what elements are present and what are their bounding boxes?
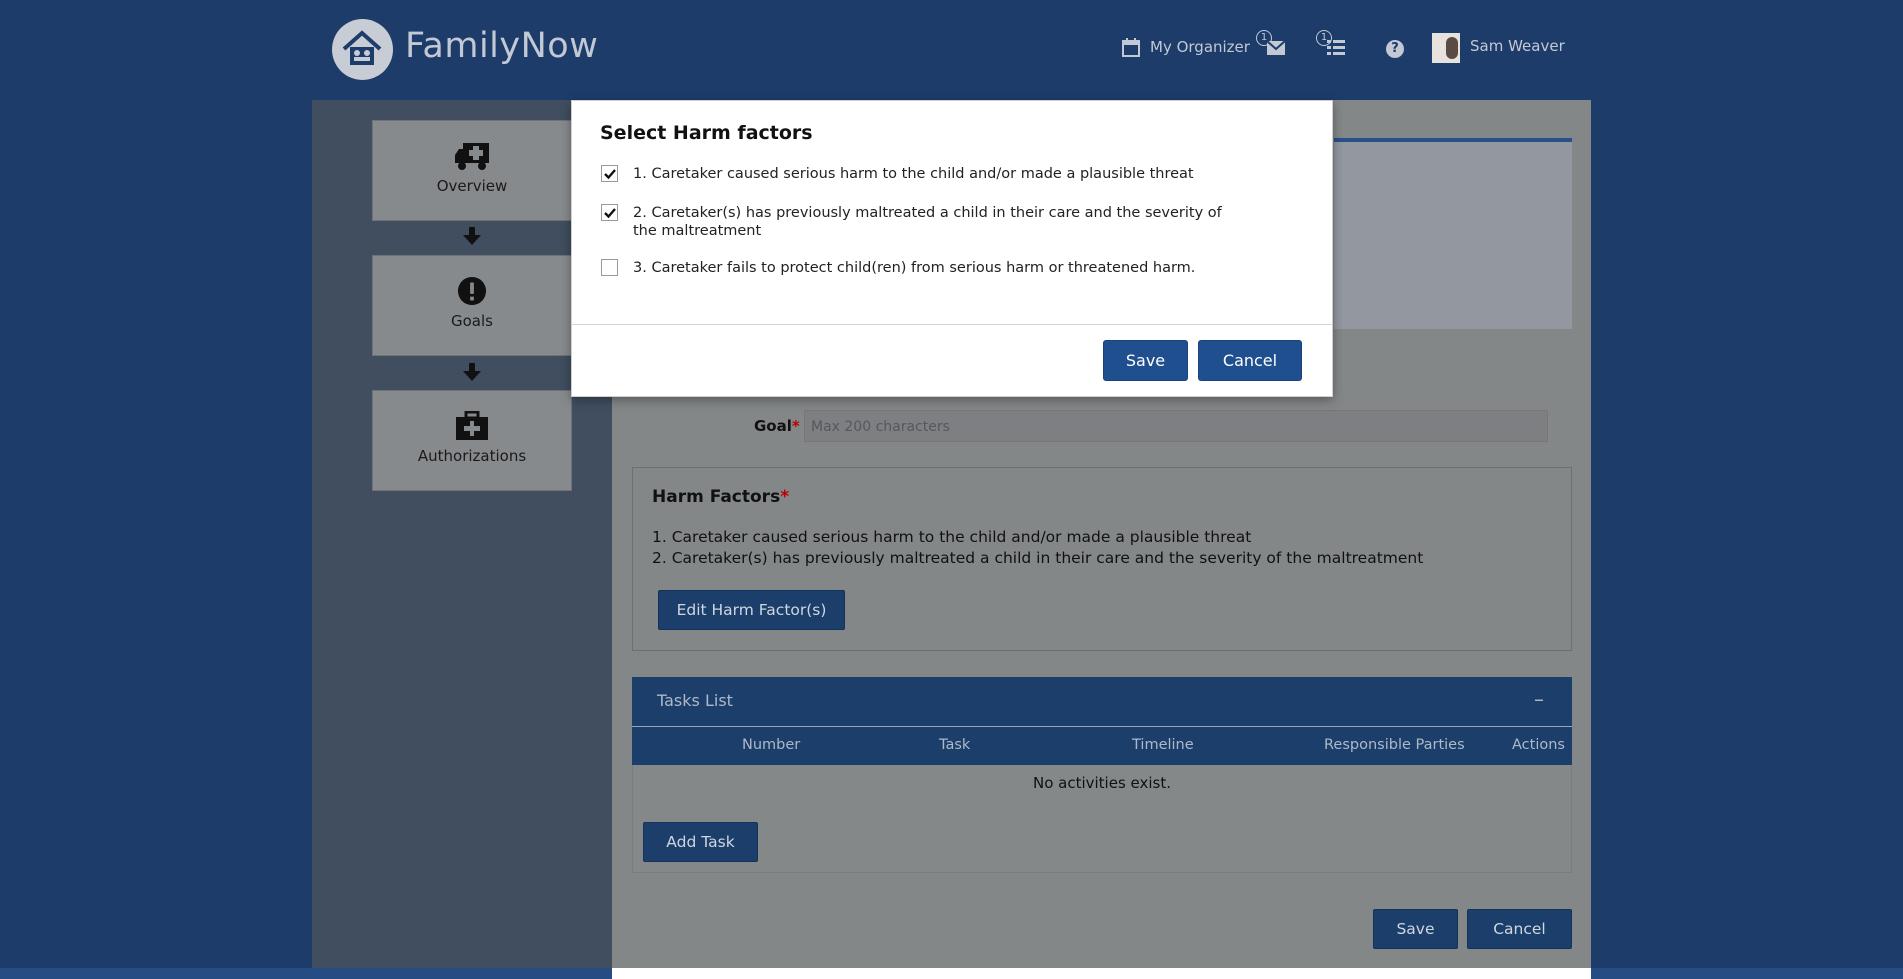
tasks-list-title: Tasks List bbox=[657, 691, 733, 710]
sidebar-item-authorizations[interactable]: Authorizations bbox=[372, 390, 572, 491]
avatar[interactable] bbox=[1432, 33, 1460, 63]
harm-factor-line: 1. Caretaker caused serious harm to the … bbox=[652, 528, 1252, 546]
question-icon[interactable]: ? bbox=[1386, 40, 1404, 58]
sidebar-item-label: Authorizations bbox=[417, 447, 527, 465]
add-task-button[interactable]: Add Task bbox=[643, 822, 758, 862]
sidebar-item-label: Overview bbox=[436, 177, 508, 195]
column-header-responsible-parties: Responsible Parties bbox=[1324, 737, 1465, 753]
harm-factor-checkbox-1[interactable] bbox=[601, 165, 618, 182]
arrow-down-icon bbox=[462, 226, 482, 251]
harm-factor-option-2[interactable]: 2. Caretaker(s) has previously maltreate… bbox=[633, 204, 1233, 240]
app-name[interactable]: FamilyNow bbox=[405, 26, 598, 66]
footer-content-strip bbox=[612, 968, 1591, 979]
envelope-icon bbox=[1266, 40, 1286, 55]
column-header-timeline: Timeline bbox=[1132, 737, 1194, 753]
arrow-down-icon bbox=[462, 362, 482, 387]
harm-factors-title: Harm Factors* bbox=[652, 487, 790, 507]
sidebar-item-label: Goals bbox=[451, 312, 493, 330]
harm-factor-line: 2. Caretaker(s) has previously maltreate… bbox=[652, 549, 1424, 567]
harm-factor-checkbox-2[interactable] bbox=[601, 204, 618, 221]
checkmark-icon bbox=[604, 169, 616, 180]
tasks-button[interactable]: 1 bbox=[1316, 30, 1350, 60]
task-list-icon bbox=[1327, 40, 1345, 55]
harm-factor-option-3[interactable]: 3. Caretaker fails to protect child(ren)… bbox=[633, 259, 1243, 277]
cancel-button[interactable]: Cancel bbox=[1467, 909, 1572, 949]
goal-placeholder: Max 200 characters bbox=[811, 419, 950, 435]
exclamation-icon bbox=[457, 276, 487, 306]
checkmark-icon bbox=[604, 208, 616, 219]
tasks-table-header: Number Task Timeline Responsible Parties… bbox=[632, 727, 1572, 765]
collapse-icon[interactable]: – bbox=[1534, 687, 1544, 711]
house-logo-icon bbox=[342, 30, 382, 65]
modal-divider bbox=[571, 324, 1333, 325]
modal-title: Select Harm factors bbox=[600, 122, 813, 144]
column-header-number: Number bbox=[742, 737, 801, 753]
harm-factor-checkbox-3[interactable] bbox=[601, 259, 618, 276]
harm-factor-option-1[interactable]: 1. Caretaker caused serious harm to the … bbox=[633, 165, 1243, 183]
modal-save-button[interactable]: Save bbox=[1103, 340, 1188, 381]
sidebar-item-goals[interactable]: Goals bbox=[372, 255, 572, 356]
app-logo[interactable] bbox=[332, 19, 393, 80]
goal-input[interactable]: Max 200 characters bbox=[804, 410, 1548, 442]
medkit-icon bbox=[456, 411, 488, 440]
messages-button[interactable]: 1 bbox=[1256, 30, 1290, 60]
tasks-list-header[interactable]: Tasks List – bbox=[632, 677, 1572, 726]
modal-cancel-button[interactable]: Cancel bbox=[1198, 340, 1302, 381]
column-header-actions: Actions bbox=[1512, 737, 1565, 753]
column-header-task: Task bbox=[939, 737, 971, 753]
sidebar-item-overview[interactable]: Overview bbox=[372, 120, 572, 221]
empty-message: No activities exist. bbox=[1032, 774, 1172, 792]
edit-harm-factors-button[interactable]: Edit Harm Factor(s) bbox=[658, 590, 845, 630]
info-panel bbox=[1334, 142, 1572, 329]
calendar-icon[interactable] bbox=[1122, 37, 1140, 61]
user-name[interactable]: Sam Weaver bbox=[1470, 37, 1565, 55]
save-button[interactable]: Save bbox=[1373, 909, 1458, 949]
my-organizer-link[interactable]: My Organizer bbox=[1150, 38, 1250, 56]
goal-label: Goal* bbox=[754, 417, 800, 435]
ambulance-icon bbox=[455, 143, 489, 170]
